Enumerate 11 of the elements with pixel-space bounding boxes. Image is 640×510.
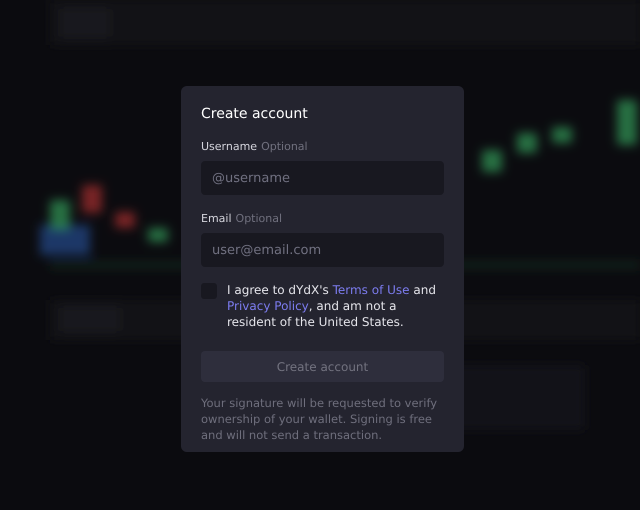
- field-label: Username: [201, 140, 258, 154]
- input-field[interactable]: @username: [201, 161, 444, 195]
- signature-note: Your signature will be requested to verify ownership of your wallet. Signing is free and will not send a transaction.: [201, 395, 438, 443]
- dialog-title: Create account: [201, 105, 308, 123]
- input-field[interactable]: user@email.com: [201, 233, 444, 267]
- agreement-link[interactable]: Terms of Use: [332, 283, 410, 297]
- agreement-text: I agree to dYdX's Terms of Use and Privacy Policy, and am not a resident of the United States.: [227, 282, 437, 330]
- optional-hint: Optional: [261, 140, 308, 154]
- field-label: Email: [201, 212, 232, 226]
- agreement-link[interactable]: Privacy Policy: [227, 299, 309, 313]
- optional-hint: Optional: [236, 212, 282, 226]
